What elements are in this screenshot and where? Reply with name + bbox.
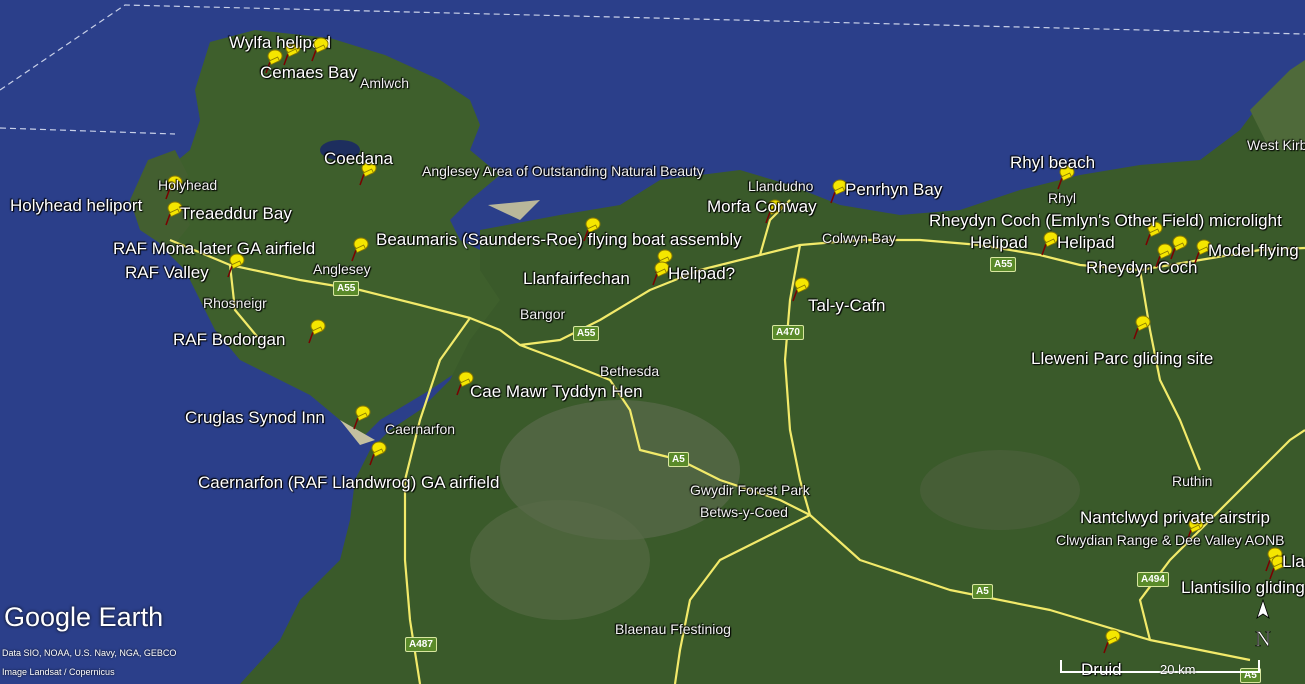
placemark-label[interactable]: Holyhead heliport — [10, 197, 142, 214]
placemark-label[interactable]: Treaeddur Bay — [180, 205, 292, 222]
placemark-label[interactable]: Helipad — [970, 234, 1028, 251]
placemark-label[interactable]: Lleweni Parc gliding site — [1031, 350, 1213, 367]
road-shield: A487 — [405, 637, 437, 652]
attribution-text: Data SIO, NOAA, U.S. Navy, NGA, GEBCO — [2, 648, 177, 658]
place-label: Holyhead — [158, 177, 218, 193]
placemark-label[interactable]: Rheydyn Coch (Emlyn's Other Field) micro… — [929, 212, 1282, 229]
place-label: Anglesey — [313, 261, 371, 277]
place-label: West Kirby — [1247, 137, 1305, 153]
pushpin-icon[interactable] — [1102, 628, 1122, 654]
placemark-label[interactable]: Llantisilio — [1282, 553, 1305, 570]
place-label: Anglesey Area of Outstanding Natural Bea… — [422, 163, 704, 179]
attribution-text: Image Landsat / Copernicus — [2, 667, 115, 677]
road-shield: A55 — [573, 326, 600, 341]
pushpin-icon[interactable] — [352, 404, 372, 430]
pushpin-icon[interactable] — [350, 236, 370, 262]
pushpin-icon[interactable] — [310, 36, 330, 62]
placemark-label[interactable]: Rheydyn Coch — [1086, 259, 1198, 276]
placemark-label[interactable]: Rhyl beach — [1010, 154, 1095, 171]
placemark-label[interactable]: Morfa Conway — [707, 198, 817, 215]
pushpin-icon[interactable] — [226, 252, 246, 278]
pushpin-icon[interactable] — [368, 440, 388, 466]
placemark-label[interactable]: Caernarfon (RAF Llandwrog) GA airfield — [198, 474, 499, 491]
map-view[interactable]: Wylfa helipad Cemaes Bay Coedana Holyhead h… — [0, 0, 1305, 684]
placemark-label[interactable]: Coedana — [324, 150, 393, 167]
placemark-label[interactable]: RAF Valley — [125, 264, 209, 281]
place-label: Ruthin — [1172, 473, 1213, 489]
placemark-label[interactable]: Nantclwyd private airstrip — [1080, 509, 1270, 526]
road-shield: A55 — [333, 281, 360, 296]
pushpin-icon[interactable] — [1132, 314, 1152, 340]
compass-label: N — [1255, 626, 1271, 651]
placemark-label[interactable]: Helipad? — [668, 265, 735, 282]
place-label: Rhyl — [1048, 190, 1077, 206]
placemark-label[interactable]: Cemaes Bay — [260, 64, 357, 81]
place-label: Bethesda — [600, 363, 660, 379]
place-label: Colwyn Bay — [822, 230, 896, 246]
road-shield: A494 — [1137, 572, 1169, 587]
placemark-label[interactable]: Cae Mawr Tyddyn Hen — [470, 383, 643, 400]
compass-icon[interactable]: N — [1248, 598, 1278, 652]
scale-bar-label: 20 km — [1160, 662, 1196, 677]
place-label: Llandudno — [748, 178, 814, 194]
pushpin-icon[interactable] — [307, 318, 327, 344]
place-label: Gwydir Forest Park — [690, 482, 810, 498]
placemark-label[interactable]: RAF Mona later GA airfield — [113, 240, 315, 257]
google-earth-logo: Google Earth — [4, 602, 164, 632]
placemark-label[interactable]: Helipad — [1057, 234, 1115, 251]
place-label: Clwydian Range & Dee Valley AONB — [1056, 532, 1285, 548]
placemark-label[interactable]: Tal-y-Cafn — [808, 297, 885, 314]
place-label: Betws-y-Coed — [700, 504, 788, 520]
placemark-label[interactable]: RAF Bodorgan — [173, 331, 285, 348]
place-label: Caernarfon — [385, 421, 456, 437]
road-shield: A470 — [772, 325, 804, 340]
placemark-label[interactable]: Model flying — [1208, 242, 1299, 259]
placemark-label[interactable]: Beaumaris (Saunders-Roe) flying boat ass… — [376, 231, 742, 248]
road-shield: A5 — [972, 584, 993, 599]
road-shield: A5 — [668, 452, 689, 467]
place-label: Amlwch — [360, 75, 410, 91]
placemark-label[interactable]: Llantisilio gliding — [1181, 579, 1305, 596]
placemark-label[interactable]: Llanfairfechan — [523, 270, 630, 287]
placemark-label[interactable]: Cruglas Synod Inn — [185, 409, 325, 426]
place-label: Bangor — [520, 306, 566, 322]
road-shield: A55 — [990, 257, 1017, 272]
placemark-label[interactable]: Penrhyn Bay — [845, 181, 942, 198]
place-label: Rhosneigr — [203, 295, 267, 311]
place-label: Blaenau Ffestiniog — [615, 621, 731, 637]
